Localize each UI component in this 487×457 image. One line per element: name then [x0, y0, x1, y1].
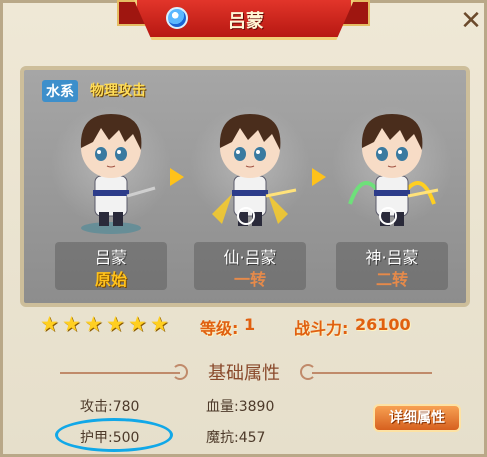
- form-name: 神·吕蒙: [365, 248, 419, 267]
- star-icon: ★: [84, 312, 103, 336]
- form-name: 仙·吕蒙: [223, 248, 277, 267]
- level-label: 等级:: [200, 319, 239, 338]
- form-stage: 一转: [233, 270, 266, 289]
- star-icon: ★: [62, 312, 81, 336]
- form-name: 吕蒙: [94, 248, 127, 267]
- level-value: 1: [244, 315, 256, 334]
- form-original[interactable]: 吕蒙 原始: [45, 98, 177, 294]
- form-stage: 原始: [94, 270, 127, 289]
- star-icon: ★: [128, 312, 147, 336]
- section-divider-right: [312, 372, 432, 374]
- swirl-ornament-icon: [172, 364, 188, 380]
- power-label: 战斗力:: [294, 319, 349, 338]
- star-icon: ★: [40, 312, 59, 336]
- detail-attributes-button[interactable]: 详细属性: [373, 404, 461, 432]
- magic-resist-stat: 魔抗:457: [206, 430, 266, 446]
- section-divider-left: [60, 372, 180, 374]
- arrow-right-icon: [312, 168, 326, 186]
- star-rating: ★ ★ ★ ★ ★ ★: [40, 314, 172, 338]
- character-sprite: [348, 114, 439, 226]
- character-sprite: [80, 114, 156, 234]
- power-value: 26100: [355, 315, 411, 334]
- form-stage: 二转: [375, 270, 408, 289]
- armor-highlight-ellipse: [55, 418, 173, 452]
- water-drop-icon: [166, 7, 188, 29]
- star-icon: ★: [106, 312, 125, 336]
- dialog-title: 吕蒙: [228, 11, 264, 32]
- form-second-transform[interactable]: 神·吕蒙 二转: [326, 98, 458, 294]
- attack-stat: 攻击:780: [80, 399, 140, 415]
- hp-stat: 血量:3890: [206, 399, 275, 415]
- form-first-transform[interactable]: 仙·吕蒙 一转: [184, 98, 316, 294]
- section-title: 基础属性: [208, 363, 280, 384]
- character-sprite: [212, 114, 297, 226]
- attack-type-tag: 物理攻击: [90, 83, 146, 99]
- close-icon[interactable]: ✕: [458, 8, 484, 34]
- arrow-right-icon: [170, 168, 184, 186]
- star-icon: ★: [150, 312, 169, 336]
